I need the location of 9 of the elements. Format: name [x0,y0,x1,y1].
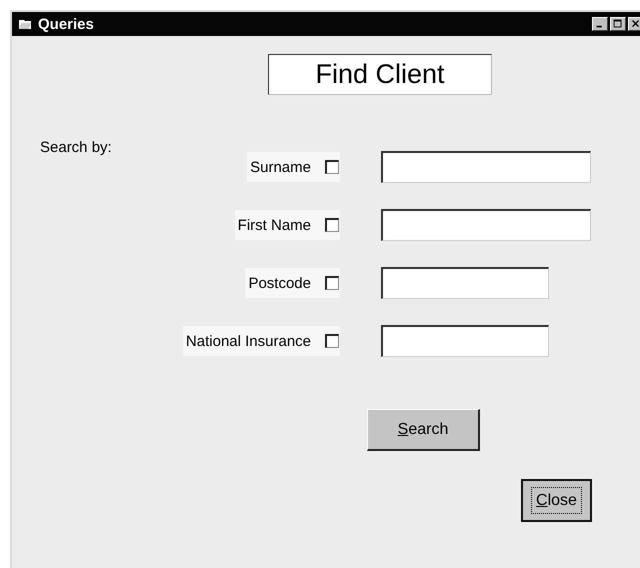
window-title: Queries [38,16,94,32]
criterion-checkbox[interactable]: Postcode [245,268,340,298]
form-heading: Find Client [268,54,492,95]
criterion-checkbox[interactable]: National Insurance [182,326,340,356]
criterion-checkbox[interactable]: First Name [234,210,340,240]
search-button[interactable]: Search [367,409,480,451]
close-button[interactable]: Close [521,479,592,522]
search-by-label: Search by: [40,139,113,156]
criterion-checkbox[interactable]: Surname [247,152,340,182]
